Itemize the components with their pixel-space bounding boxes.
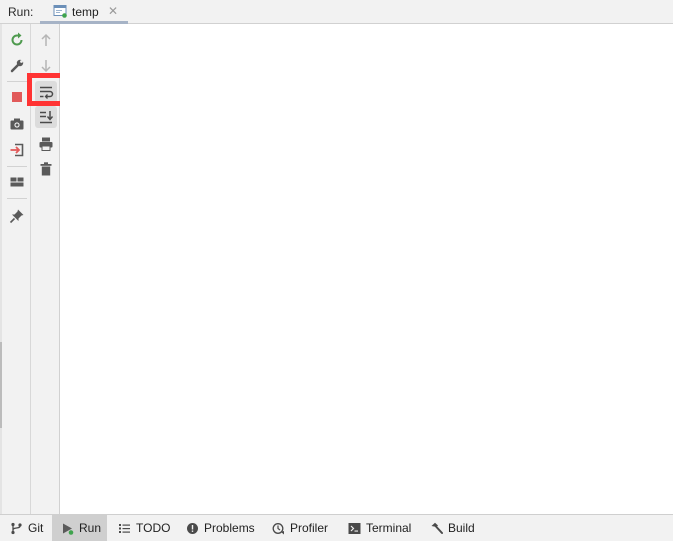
up-stack-trace-button[interactable] — [35, 29, 57, 51]
exit-button[interactable] — [6, 139, 28, 161]
problems-icon — [187, 522, 198, 534]
dump-threads-button[interactable] — [6, 113, 28, 135]
tab-label: temp — [72, 5, 99, 19]
tab-label: Problems — [204, 521, 255, 535]
rerun-icon — [11, 32, 23, 46]
tab-terminal[interactable]: Terminal — [348, 515, 411, 541]
camera-icon — [10, 118, 24, 130]
tab-git[interactable]: Git — [10, 515, 43, 541]
tab-run[interactable]: Run — [52, 515, 107, 541]
tab-label: TODO — [136, 521, 171, 535]
tool-window-bar: Git Run TODO Problems Profiler Terminal … — [0, 514, 673, 541]
tab-problems[interactable]: Problems — [186, 515, 255, 541]
arrow-down-icon — [41, 60, 51, 73]
tab-profiler[interactable]: Profiler — [272, 515, 328, 541]
edit-configuration-button[interactable] — [6, 55, 28, 77]
printer-icon — [39, 137, 53, 151]
restore-layout-button[interactable] — [6, 171, 28, 193]
tab-label: Build — [448, 521, 475, 535]
tab-todo[interactable]: TODO — [118, 515, 170, 541]
print-button[interactable] — [35, 133, 57, 155]
run-header: Run: temp ✕ — [0, 0, 673, 24]
branch-icon — [11, 522, 22, 534]
list-icon — [119, 523, 130, 533]
stop-icon — [12, 92, 22, 102]
pin-icon — [9, 209, 24, 224]
close-icon[interactable]: ✕ — [108, 4, 118, 18]
run-tab-temp[interactable]: temp ✕ — [40, 0, 128, 24]
tab-label: Profiler — [290, 521, 329, 535]
arrow-up-icon — [41, 33, 51, 46]
pin-tab-button[interactable] — [6, 205, 28, 227]
profiler-icon — [272, 522, 284, 534]
scroll-to-end-button[interactable] — [35, 106, 57, 128]
hammer-icon — [431, 522, 443, 534]
trash-icon — [40, 162, 52, 176]
wrench-icon — [10, 59, 24, 73]
rerun-button[interactable] — [6, 29, 28, 51]
application-icon — [53, 4, 67, 18]
tab-build[interactable]: Build — [430, 515, 475, 541]
console-output[interactable] — [60, 24, 673, 514]
run-label: Run: — [8, 5, 34, 19]
exit-icon — [10, 143, 24, 157]
layout-icon — [10, 177, 24, 187]
tab-label: Run — [79, 521, 102, 535]
tab-label: Terminal — [366, 521, 412, 535]
tab-label: Git — [28, 521, 44, 535]
stop-button[interactable] — [6, 86, 28, 108]
clear-all-button[interactable] — [35, 158, 57, 180]
run-play-icon — [63, 523, 74, 535]
scroll-to-end-icon — [40, 111, 54, 124]
terminal-icon — [348, 522, 361, 534]
